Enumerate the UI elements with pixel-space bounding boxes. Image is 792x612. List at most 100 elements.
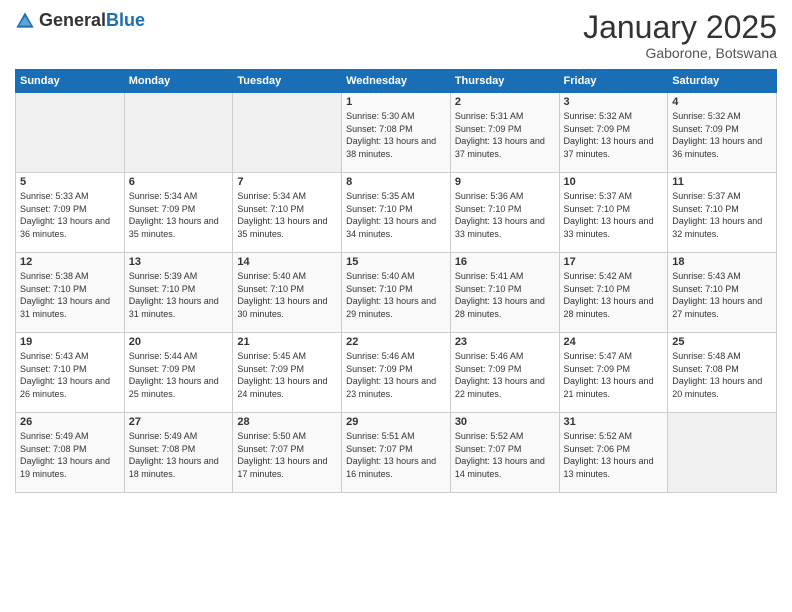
day-number: 4	[672, 96, 772, 108]
table-row: 26 Sunrise: 5:49 AM Sunset: 7:08 PM Dayl…	[16, 413, 125, 493]
day-info: Sunrise: 5:34 AM Sunset: 7:09 PM Dayligh…	[129, 190, 229, 240]
table-row	[668, 413, 777, 493]
table-row: 13 Sunrise: 5:39 AM Sunset: 7:10 PM Dayl…	[124, 253, 233, 333]
title-block: January 2025 Gaborone, Botswana	[583, 10, 777, 61]
table-row: 7 Sunrise: 5:34 AM Sunset: 7:10 PM Dayli…	[233, 173, 342, 253]
day-number: 15	[346, 256, 446, 268]
day-number: 23	[455, 336, 555, 348]
day-info: Sunrise: 5:42 AM Sunset: 7:10 PM Dayligh…	[564, 270, 664, 320]
location: Gaborone, Botswana	[583, 45, 777, 61]
table-row: 10 Sunrise: 5:37 AM Sunset: 7:10 PM Dayl…	[559, 173, 668, 253]
day-info: Sunrise: 5:51 AM Sunset: 7:07 PM Dayligh…	[346, 430, 446, 480]
day-info: Sunrise: 5:41 AM Sunset: 7:10 PM Dayligh…	[455, 270, 555, 320]
day-info: Sunrise: 5:31 AM Sunset: 7:09 PM Dayligh…	[455, 110, 555, 160]
day-info: Sunrise: 5:37 AM Sunset: 7:10 PM Dayligh…	[564, 190, 664, 240]
col-saturday: Saturday	[668, 70, 777, 93]
day-number: 30	[455, 416, 555, 428]
table-row: 14 Sunrise: 5:40 AM Sunset: 7:10 PM Dayl…	[233, 253, 342, 333]
day-info: Sunrise: 5:36 AM Sunset: 7:10 PM Dayligh…	[455, 190, 555, 240]
day-info: Sunrise: 5:30 AM Sunset: 7:08 PM Dayligh…	[346, 110, 446, 160]
table-row: 25 Sunrise: 5:48 AM Sunset: 7:08 PM Dayl…	[668, 333, 777, 413]
table-row: 12 Sunrise: 5:38 AM Sunset: 7:10 PM Dayl…	[16, 253, 125, 333]
day-info: Sunrise: 5:40 AM Sunset: 7:10 PM Dayligh…	[346, 270, 446, 320]
day-number: 14	[237, 256, 337, 268]
day-info: Sunrise: 5:38 AM Sunset: 7:10 PM Dayligh…	[20, 270, 120, 320]
col-friday: Friday	[559, 70, 668, 93]
day-info: Sunrise: 5:34 AM Sunset: 7:10 PM Dayligh…	[237, 190, 337, 240]
table-row: 4 Sunrise: 5:32 AM Sunset: 7:09 PM Dayli…	[668, 93, 777, 173]
day-info: Sunrise: 5:39 AM Sunset: 7:10 PM Dayligh…	[129, 270, 229, 320]
col-monday: Monday	[124, 70, 233, 93]
day-info: Sunrise: 5:46 AM Sunset: 7:09 PM Dayligh…	[455, 350, 555, 400]
day-info: Sunrise: 5:50 AM Sunset: 7:07 PM Dayligh…	[237, 430, 337, 480]
day-number: 28	[237, 416, 337, 428]
table-row: 15 Sunrise: 5:40 AM Sunset: 7:10 PM Dayl…	[342, 253, 451, 333]
day-number: 16	[455, 256, 555, 268]
col-tuesday: Tuesday	[233, 70, 342, 93]
day-info: Sunrise: 5:32 AM Sunset: 7:09 PM Dayligh…	[564, 110, 664, 160]
day-info: Sunrise: 5:46 AM Sunset: 7:09 PM Dayligh…	[346, 350, 446, 400]
table-row: 8 Sunrise: 5:35 AM Sunset: 7:10 PM Dayli…	[342, 173, 451, 253]
day-info: Sunrise: 5:32 AM Sunset: 7:09 PM Dayligh…	[672, 110, 772, 160]
day-info: Sunrise: 5:33 AM Sunset: 7:09 PM Dayligh…	[20, 190, 120, 240]
day-number: 18	[672, 256, 772, 268]
day-number: 22	[346, 336, 446, 348]
table-row: 28 Sunrise: 5:50 AM Sunset: 7:07 PM Dayl…	[233, 413, 342, 493]
table-row	[16, 93, 125, 173]
table-row: 19 Sunrise: 5:43 AM Sunset: 7:10 PM Dayl…	[16, 333, 125, 413]
table-row: 2 Sunrise: 5:31 AM Sunset: 7:09 PM Dayli…	[450, 93, 559, 173]
table-row	[233, 93, 342, 173]
day-number: 19	[20, 336, 120, 348]
day-info: Sunrise: 5:49 AM Sunset: 7:08 PM Dayligh…	[20, 430, 120, 480]
day-number: 8	[346, 176, 446, 188]
table-row: 18 Sunrise: 5:43 AM Sunset: 7:10 PM Dayl…	[668, 253, 777, 333]
day-number: 11	[672, 176, 772, 188]
table-row: 21 Sunrise: 5:45 AM Sunset: 7:09 PM Dayl…	[233, 333, 342, 413]
day-number: 10	[564, 176, 664, 188]
table-row: 11 Sunrise: 5:37 AM Sunset: 7:10 PM Dayl…	[668, 173, 777, 253]
day-number: 7	[237, 176, 337, 188]
day-info: Sunrise: 5:40 AM Sunset: 7:10 PM Dayligh…	[237, 270, 337, 320]
logo-general: General	[39, 10, 106, 30]
col-sunday: Sunday	[16, 70, 125, 93]
day-number: 1	[346, 96, 446, 108]
calendar-week-row: 26 Sunrise: 5:49 AM Sunset: 7:08 PM Dayl…	[16, 413, 777, 493]
table-row: 23 Sunrise: 5:46 AM Sunset: 7:09 PM Dayl…	[450, 333, 559, 413]
day-number: 21	[237, 336, 337, 348]
calendar-week-row: 12 Sunrise: 5:38 AM Sunset: 7:10 PM Dayl…	[16, 253, 777, 333]
day-number: 3	[564, 96, 664, 108]
table-row: 3 Sunrise: 5:32 AM Sunset: 7:09 PM Dayli…	[559, 93, 668, 173]
day-number: 2	[455, 96, 555, 108]
calendar-header-row: Sunday Monday Tuesday Wednesday Thursday…	[16, 70, 777, 93]
day-number: 17	[564, 256, 664, 268]
day-number: 24	[564, 336, 664, 348]
day-info: Sunrise: 5:49 AM Sunset: 7:08 PM Dayligh…	[129, 430, 229, 480]
logo-icon	[15, 11, 35, 31]
table-row: 29 Sunrise: 5:51 AM Sunset: 7:07 PM Dayl…	[342, 413, 451, 493]
day-number: 12	[20, 256, 120, 268]
calendar-week-row: 19 Sunrise: 5:43 AM Sunset: 7:10 PM Dayl…	[16, 333, 777, 413]
table-row: 9 Sunrise: 5:36 AM Sunset: 7:10 PM Dayli…	[450, 173, 559, 253]
calendar-week-row: 5 Sunrise: 5:33 AM Sunset: 7:09 PM Dayli…	[16, 173, 777, 253]
day-number: 5	[20, 176, 120, 188]
logo: GeneralBlue	[15, 10, 145, 31]
table-row: 31 Sunrise: 5:52 AM Sunset: 7:06 PM Dayl…	[559, 413, 668, 493]
day-number: 9	[455, 176, 555, 188]
table-row	[124, 93, 233, 173]
table-row: 20 Sunrise: 5:44 AM Sunset: 7:09 PM Dayl…	[124, 333, 233, 413]
month-title: January 2025	[583, 10, 777, 45]
table-row: 30 Sunrise: 5:52 AM Sunset: 7:07 PM Dayl…	[450, 413, 559, 493]
table-row: 27 Sunrise: 5:49 AM Sunset: 7:08 PM Dayl…	[124, 413, 233, 493]
day-info: Sunrise: 5:47 AM Sunset: 7:09 PM Dayligh…	[564, 350, 664, 400]
day-info: Sunrise: 5:48 AM Sunset: 7:08 PM Dayligh…	[672, 350, 772, 400]
table-row: 24 Sunrise: 5:47 AM Sunset: 7:09 PM Dayl…	[559, 333, 668, 413]
page-header: GeneralBlue January 2025 Gaborone, Botsw…	[15, 10, 777, 61]
logo-blue: Blue	[106, 10, 145, 30]
day-number: 29	[346, 416, 446, 428]
table-row: 6 Sunrise: 5:34 AM Sunset: 7:09 PM Dayli…	[124, 173, 233, 253]
day-number: 20	[129, 336, 229, 348]
day-number: 31	[564, 416, 664, 428]
table-row: 22 Sunrise: 5:46 AM Sunset: 7:09 PM Dayl…	[342, 333, 451, 413]
table-row: 17 Sunrise: 5:42 AM Sunset: 7:10 PM Dayl…	[559, 253, 668, 333]
table-row: 5 Sunrise: 5:33 AM Sunset: 7:09 PM Dayli…	[16, 173, 125, 253]
